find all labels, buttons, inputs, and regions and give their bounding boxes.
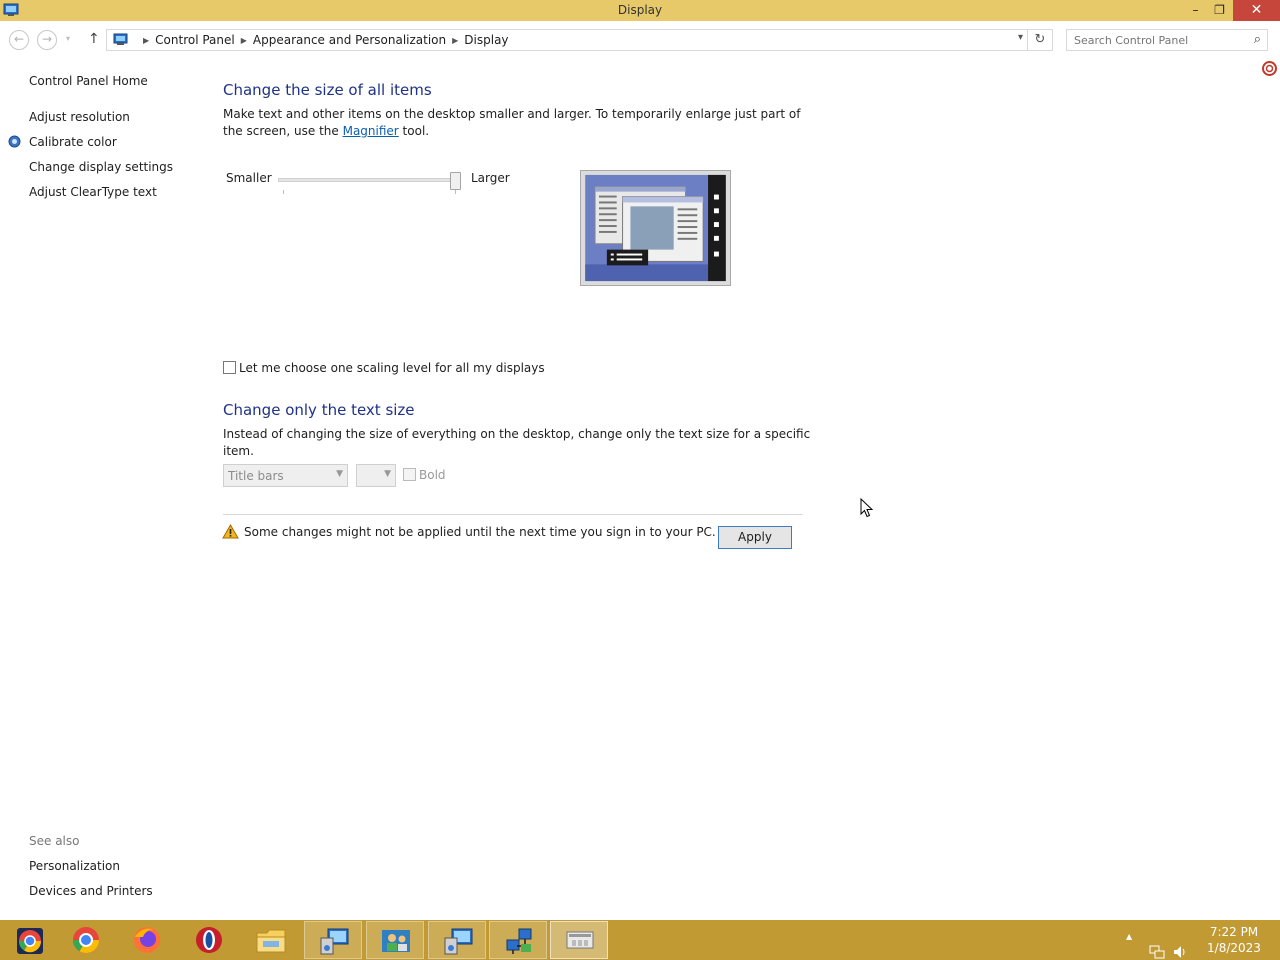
see-also-heading: See also [29, 834, 80, 848]
text-size-description: Instead of changing the size of everythi… [223, 427, 811, 458]
minimize-button[interactable]: – [1183, 0, 1208, 21]
opera-icon [196, 927, 222, 953]
size-slider-track[interactable] [278, 178, 458, 182]
warning-text: Some changes might not be applied until … [244, 525, 716, 539]
refresh-button[interactable]: ↻ [1028, 29, 1053, 51]
taskbar-app-file-explorer[interactable] [242, 921, 300, 959]
chrome-icon [72, 927, 100, 954]
taskbar-app-control-panel[interactable] [304, 921, 362, 959]
window-title: Display [617, 3, 663, 17]
clock-date: 1/8/2023 [1207, 941, 1261, 955]
recent-locations-dropdown-icon[interactable]: ▾ [66, 34, 70, 43]
size-description-text: Make text and other items on the desktop… [223, 107, 801, 138]
taskbar-app-opera[interactable] [180, 921, 238, 959]
chevron-right-icon[interactable]: ▶ [143, 36, 149, 45]
search-icon[interactable]: ⌕ [1254, 32, 1261, 47]
size-slider-thumb[interactable] [450, 172, 461, 190]
firefox-icon [134, 927, 160, 953]
mouse-cursor-icon [860, 498, 874, 518]
text-item-select[interactable]: Title bars ▼ [223, 464, 348, 487]
users-icon [382, 930, 410, 952]
slider-tick [283, 190, 284, 194]
size-section-description: Make text and other items on the desktop… [223, 106, 803, 140]
control-panel-icon [444, 928, 473, 955]
adjust-cleartype-link[interactable]: Adjust ClearType text [29, 185, 157, 199]
taskbar-app-chrome-alt[interactable] [0, 921, 58, 959]
display-preview-image [580, 170, 731, 286]
system-clock[interactable]: 7:22 PM 1/8/2023 [1196, 924, 1272, 956]
breadcrumb-appearance-personalization[interactable]: Appearance and Personalization [253, 33, 446, 47]
bold-checkbox-row[interactable]: Bold [403, 468, 446, 482]
calibrate-color-link[interactable]: Calibrate color [29, 135, 117, 149]
scaling-checkbox-label[interactable]: Let me choose one scaling level for all … [239, 361, 545, 375]
chrome-alt-icon [17, 928, 43, 954]
close-button[interactable]: ✕ [1233, 0, 1280, 21]
adjust-resolution-link[interactable]: Adjust resolution [29, 110, 130, 124]
text-size-select[interactable]: ▼ [356, 464, 396, 487]
warning-icon [222, 523, 239, 539]
back-button[interactable]: ← [9, 30, 29, 50]
apply-button[interactable]: Apply [718, 526, 792, 549]
network-status-icon[interactable] [1149, 932, 1165, 960]
slider-min-label: Smaller [226, 171, 272, 185]
file-explorer-icon [256, 929, 286, 953]
personalization-link[interactable]: Personalization [29, 859, 120, 873]
control-panel-home-link[interactable]: Control Panel Home [29, 74, 148, 88]
breadcrumb-control-panel[interactable]: Control Panel [155, 33, 235, 47]
volume-icon[interactable] [1172, 932, 1188, 960]
bold-checkbox-label[interactable]: Bold [419, 468, 446, 482]
chevron-right-icon[interactable]: ▶ [241, 36, 247, 45]
devices-and-printers-link[interactable]: Devices and Printers [29, 884, 153, 898]
chevron-down-icon: ▼ [384, 469, 391, 479]
control-panel-icon [320, 928, 349, 955]
calibrate-shield-icon [8, 135, 21, 148]
title-bar: Display – ❐ ✕ [0, 0, 1280, 21]
taskbar-app-chrome[interactable] [57, 921, 115, 959]
search-box[interactable]: ⌕ [1066, 29, 1268, 51]
taskbar-app-control-panel-2[interactable] [428, 921, 486, 959]
text-size-heading: Change only the text size [223, 401, 415, 419]
clock-time: 7:22 PM [1209, 925, 1259, 939]
help-icon[interactable] [1262, 61, 1277, 76]
taskbar-app-network[interactable] [489, 921, 547, 959]
taskbar-app-display[interactable] [550, 921, 608, 959]
breadcrumb: ▶ Control Panel ▶ Appearance and Personaliz… [137, 33, 509, 47]
navigation-bar: ← → ▾ ↑ ▶ Control Panel ▶ Appearance and Pe… [0, 25, 1280, 53]
taskbar-app-firefox[interactable] [118, 921, 176, 959]
tray-expand-icon[interactable]: ▲ [1126, 932, 1132, 960]
breadcrumb-display[interactable]: Display [464, 33, 508, 47]
text-item-select-value: Title bars [228, 469, 284, 483]
size-section-heading: Change the size of all items [223, 81, 432, 99]
taskbar: ▲ [0, 920, 1280, 960]
taskbar-app-users[interactable] [366, 921, 424, 959]
chevron-right-icon[interactable]: ▶ [452, 36, 458, 45]
magnifier-link[interactable]: Magnifier [343, 124, 399, 138]
scaling-checkbox-row[interactable]: Let me choose one scaling level for all … [223, 361, 545, 375]
address-bar[interactable]: ▶ Control Panel ▶ Appearance and Personaliz… [106, 29, 1028, 51]
slider-max-label: Larger [471, 171, 510, 185]
size-description-tail: tool. [398, 124, 430, 138]
forward-button[interactable]: → [37, 30, 57, 50]
restore-button[interactable]: ❐ [1207, 0, 1232, 21]
address-dropdown-icon[interactable]: ▾ [1018, 32, 1023, 43]
network-icon [506, 928, 532, 954]
up-button[interactable]: ↑ [88, 31, 100, 47]
scaling-checkbox[interactable] [223, 361, 236, 374]
display-icon [566, 931, 594, 949]
change-display-settings-link[interactable]: Change display settings [29, 160, 173, 174]
slider-tick [455, 190, 456, 194]
bold-checkbox[interactable] [403, 468, 416, 481]
chevron-down-icon: ▼ [336, 469, 343, 479]
search-input[interactable] [1067, 30, 1237, 50]
warning-message: Some changes might not be applied until … [222, 523, 716, 539]
control-panel-icon [113, 33, 128, 45]
divider [223, 514, 803, 515]
